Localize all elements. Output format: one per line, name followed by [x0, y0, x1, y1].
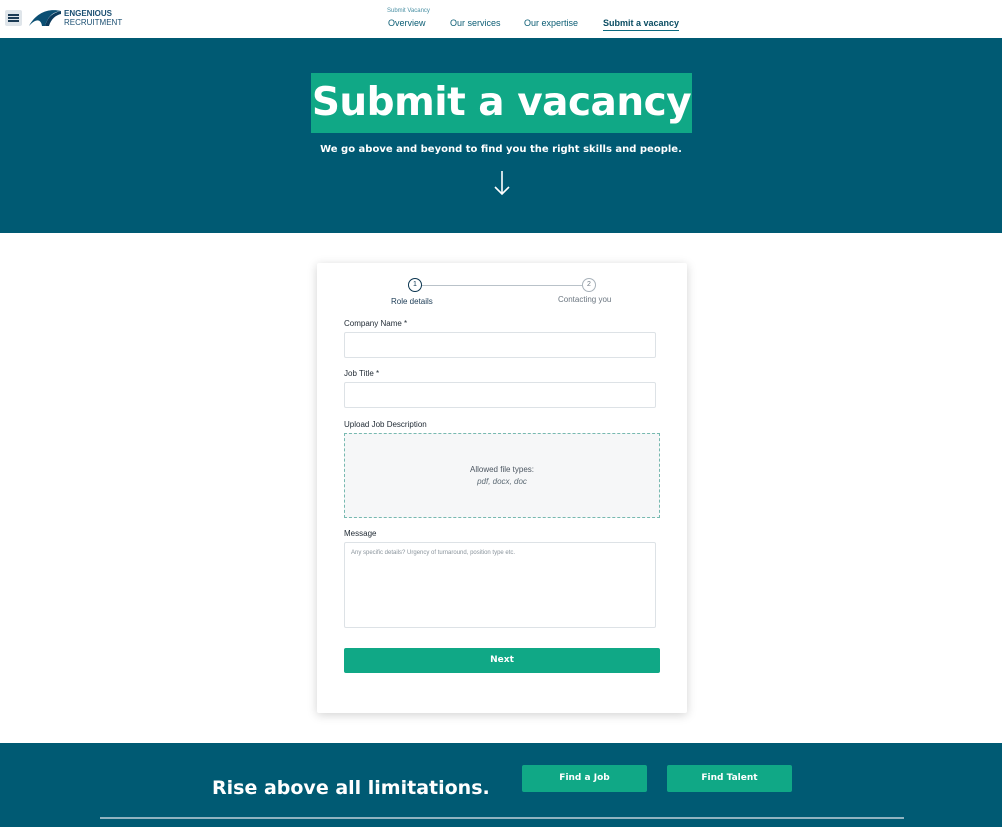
hero-banner: Submit a vacancy We go above and beyond …	[0, 38, 1002, 233]
job-title-input[interactable]	[344, 382, 656, 408]
message-label: Message	[344, 529, 377, 538]
nav-submit-a-vacancy[interactable]: Submit a vacancy	[603, 18, 680, 31]
logo-line-1: ENGENIOUS	[64, 9, 113, 18]
step-2-indicator[interactable]: 2	[582, 278, 596, 292]
footer-cta: Rise above all limitations. Find a Job F…	[0, 743, 1002, 827]
job-title-label: Job Title *	[344, 369, 380, 378]
step-1-indicator[interactable]: 1	[408, 278, 422, 292]
logo-wordmark[interactable]: ENGENIOUS RECRUITMENT	[64, 9, 122, 27]
step-2-label: Contacting you	[558, 295, 612, 304]
nav-our-expertise[interactable]: Our expertise	[524, 18, 578, 28]
upload-job-description-label: Upload Job Description	[344, 420, 427, 429]
vacancy-form-card: 1 2 Role details Contacting you Company …	[317, 263, 687, 713]
logo-arch-icon[interactable]	[28, 7, 62, 27]
arrow-down-icon[interactable]	[493, 170, 511, 196]
upload-hint: Allowed file types:	[469, 465, 535, 474]
file-upload-dropzone[interactable]: Allowed file types: pdf, docx, doc	[344, 433, 660, 518]
footer-divider	[100, 817, 904, 819]
breadcrumb: Submit Vacancy	[387, 8, 430, 14]
page-title: Submit a vacancy	[311, 80, 692, 125]
stepper-connector	[422, 285, 582, 286]
message-textarea[interactable]: Any specific details? Urgency of turnaro…	[344, 542, 656, 628]
find-talent-button[interactable]: Find Talent	[667, 765, 792, 792]
nav-overview[interactable]: Overview	[388, 18, 426, 28]
hamburger-menu-icon[interactable]	[5, 10, 22, 26]
company-name-input[interactable]	[344, 332, 656, 358]
footer-tagline: Rise above all limitations.	[212, 777, 490, 799]
step-1-label: Role details	[391, 297, 433, 306]
next-button[interactable]: Next	[344, 648, 660, 673]
hero-subtitle: We go above and beyond to find you the r…	[320, 144, 682, 155]
company-name-label: Company Name *	[344, 319, 408, 328]
hero-title-highlight: Submit a vacancy	[311, 73, 692, 133]
message-placeholder: Any specific details? Urgency of turnaro…	[351, 550, 516, 556]
find-a-job-button[interactable]: Find a Job	[522, 765, 647, 792]
nav-our-services[interactable]: Our services	[450, 18, 501, 28]
logo-line-2: RECRUITMENT	[64, 18, 123, 27]
top-navigation-bar: ENGENIOUS RECRUITMENT Submit Vacancy Ove…	[0, 0, 1002, 38]
upload-file-types: pdf, docx, doc	[477, 477, 527, 486]
